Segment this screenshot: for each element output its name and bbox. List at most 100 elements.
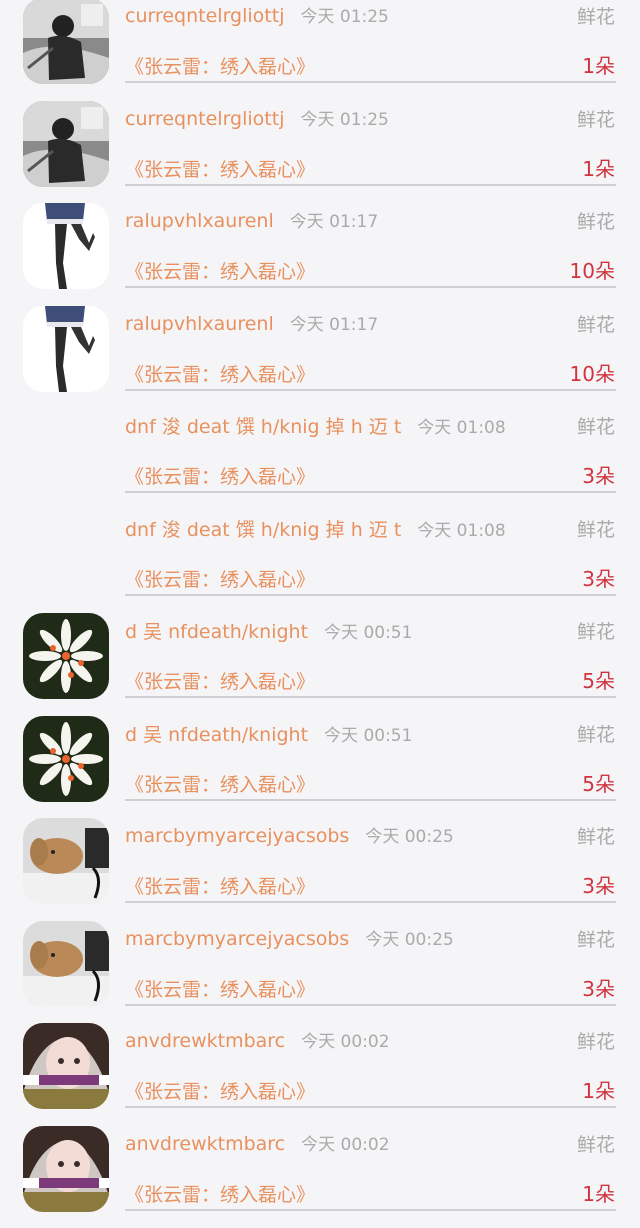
work-title-link[interactable]: 《张云雷：绣入磊心》 (125, 770, 315, 797)
work-title-link[interactable]: 《张云雷：绣入磊心》 (125, 360, 315, 387)
gift-time: 今天 00:02 (301, 1032, 389, 1052)
gift-time: 今天 01:17 (290, 212, 378, 232)
work-title-link[interactable]: 《张云雷：绣入磊心》 (125, 667, 315, 694)
white-flower-avatar[interactable] (23, 716, 109, 802)
gift-row[interactable]: anvdrewktmbarc 今天 00:02 鲜花《张云雷：绣入磊心》 1朵 (0, 1126, 640, 1228)
work-title-link[interactable]: 《张云雷：绣入磊心》 (125, 872, 315, 899)
gift-count: 3朵 (582, 563, 615, 592)
gift-row[interactable]: marcbymyarcejyacsobs 今天 00:25 鲜花《张云雷：绣入磊心》… (0, 921, 640, 1024)
gift-row[interactable]: d 吴 nfdeath/knight 今天 00:51 鲜花《张云雷：绣入磊心》 5朵 (0, 716, 640, 819)
gift-sender-name[interactable]: anvdrewktmbarc 今天 00:02 (125, 1027, 390, 1052)
gift-type: 鲜花 (577, 720, 615, 747)
gift-time: 今天 00:25 (365, 827, 453, 847)
gift-sender-name[interactable]: dnf 浚 deat 馔 h/knig 掉 h 迈 t 今天 01:08 (125, 412, 506, 439)
gift-type: 鲜花 (577, 105, 615, 132)
sender-username[interactable]: d 吴 nfdeath/knight (125, 724, 308, 746)
sender-username[interactable]: ralupvhlxaurenl (125, 210, 274, 232)
gift-sender-name[interactable]: marcbymyarcejyacsobs 今天 00:25 (125, 822, 454, 847)
sender-username[interactable]: anvdrewktmbarc (125, 1133, 285, 1155)
row-divider (125, 1209, 616, 1211)
gift-count: 5朵 (582, 665, 615, 694)
gift-type: 鲜花 (577, 515, 615, 542)
sender-username[interactable]: anvdrewktmbarc (125, 1030, 285, 1052)
rabbit-avatar[interactable] (23, 818, 109, 904)
gift-count: 10朵 (570, 255, 615, 284)
gift-type: 鲜花 (577, 1130, 615, 1157)
row-divider (125, 286, 616, 288)
sender-username[interactable]: dnf 浚 deat 馔 h/knig 掉 h 迈 t (125, 519, 401, 541)
row-divider (125, 901, 616, 903)
gift-row[interactable]: ralupvhlxaurenl 今天 01:17 鲜花《张云雷：绣入磊心》 10朵 (0, 203, 640, 306)
gift-time: 今天 01:25 (300, 110, 388, 130)
gift-time: 今天 01:08 (417, 418, 505, 438)
row-divider (125, 184, 616, 186)
gift-sender-name[interactable]: dnf 浚 deat 馔 h/knig 掉 h 迈 t 今天 01:08 (125, 515, 506, 542)
gift-sender-name[interactable]: d 吴 nfdeath/knight 今天 00:51 (125, 617, 412, 644)
gift-count: 1朵 (582, 1075, 615, 1104)
work-title-link[interactable]: 《张云雷：绣入磊心》 (125, 1180, 315, 1207)
work-title-link[interactable]: 《张云雷：绣入磊心》 (125, 462, 315, 489)
row-divider (125, 594, 616, 596)
gift-type: 鲜花 (577, 412, 615, 439)
gift-sender-name[interactable]: marcbymyarcejyacsobs 今天 00:25 (125, 925, 454, 950)
sender-username[interactable]: dnf 浚 deat 馔 h/knig 掉 h 迈 t (125, 416, 401, 438)
girl-photo-avatar[interactable] (23, 1023, 109, 1109)
sketch-photo-avatar[interactable] (23, 101, 109, 187)
gift-time: 今天 00:51 (324, 726, 412, 746)
sender-username[interactable]: marcbymyarcejyacsobs (125, 825, 349, 847)
white-flower-avatar[interactable] (23, 613, 109, 699)
work-title-link[interactable]: 《张云雷：绣入磊心》 (125, 257, 315, 284)
gift-row[interactable]: anvdrewktmbarc 今天 00:02 鲜花《张云雷：绣入磊心》 1朵 (0, 1023, 640, 1126)
sender-username[interactable]: d 吴 nfdeath/knight (125, 621, 308, 643)
gift-row[interactable]: marcbymyarcejyacsobs 今天 00:25 鲜花《张云雷：绣入磊心》… (0, 818, 640, 921)
work-title-link[interactable]: 《张云雷：绣入磊心》 (125, 52, 315, 79)
gift-time: 今天 01:08 (417, 521, 505, 541)
girl-photo-avatar[interactable] (23, 1126, 109, 1212)
gift-time: 今天 00:51 (324, 623, 412, 643)
gift-row[interactable]: curreqntelrgliottj今天 01:25鲜花《张云雷：绣入磊心》1朵 (0, 0, 640, 101)
gift-sender-name[interactable]: anvdrewktmbarc 今天 00:02 (125, 1130, 390, 1155)
gift-row[interactable]: dnf 浚 deat 馔 h/knig 掉 h 迈 t 今天 01:08 鲜花《张云… (0, 408, 640, 511)
work-title-link[interactable]: 《张云雷：绣入磊心》 (125, 1077, 315, 1104)
gift-sender-name[interactable]: ralupvhlxaurenl 今天 01:17 (125, 207, 378, 232)
gift-row[interactable]: ralupvhlxaurenl今天 01:17鲜花《张云雷：绣入磊心》10朵 (0, 306, 640, 409)
work-title-link[interactable]: 《张云雷：绣入磊心》 (125, 565, 315, 592)
gift-type: 鲜花 (577, 822, 615, 849)
legs-photo-avatar[interactable] (23, 203, 109, 289)
row-divider (125, 491, 616, 493)
sender-username[interactable]: curreqntelrgliottj (125, 108, 284, 130)
gift-count: 1朵 (582, 50, 615, 79)
sender-username[interactable]: ralupvhlxaurenl (125, 313, 274, 335)
gift-time: 今天 00:25 (365, 930, 453, 950)
gift-sender-name[interactable]: ralupvhlxaurenl 今天 01:17 (125, 310, 378, 335)
gift-count: 1朵 (582, 153, 615, 182)
gift-list: curreqntelrgliottj今天 01:25鲜花《张云雷：绣入磊心》1朵… (0, 0, 640, 1228)
gift-sender-name[interactable]: d 吴 nfdeath/knight 今天 00:51 (125, 720, 412, 747)
gift-row[interactable]: curreqntelrgliottj 今天 01:25 鲜花《张云雷：绣入磊心》 1朵 (0, 101, 640, 204)
gift-count: 1朵 (582, 1178, 615, 1207)
gift-time: 今天 01:17 (290, 315, 378, 335)
gift-type: 鲜花 (577, 1027, 615, 1054)
sketch-photo-avatar[interactable] (23, 0, 109, 84)
work-title-link[interactable]: 《张云雷：绣入磊心》 (125, 155, 315, 182)
gift-sender-name[interactable]: curreqntelrgliottj 今天 01:25 (125, 2, 389, 27)
blank-avatar[interactable] (23, 511, 109, 597)
gift-row[interactable]: dnf 浚 deat 馔 h/knig 掉 h 迈 t 今天 01:08 鲜花《张云… (0, 511, 640, 614)
blank-avatar[interactable] (23, 408, 109, 494)
legs-photo-avatar[interactable] (23, 306, 109, 392)
row-divider (125, 1004, 616, 1006)
gift-type: 鲜花 (577, 617, 615, 644)
gift-type: 鲜花 (577, 207, 615, 234)
gift-time: 今天 00:02 (301, 1135, 389, 1155)
row-divider (125, 696, 616, 698)
sender-username[interactable]: curreqntelrgliottj (125, 5, 284, 27)
sender-username[interactable]: marcbymyarcejyacsobs (125, 928, 349, 950)
work-title-link[interactable]: 《张云雷：绣入磊心》 (125, 975, 315, 1002)
gift-type: 鲜花 (577, 925, 615, 952)
gift-count: 5朵 (582, 768, 615, 797)
gift-sender-name[interactable]: curreqntelrgliottj 今天 01:25 (125, 105, 389, 130)
gift-time: 今天 01:25 (300, 7, 388, 27)
gift-row[interactable]: d 吴 nfdeath/knight 今天 00:51 鲜花《张云雷：绣入磊心》 5朵 (0, 613, 640, 716)
rabbit-avatar[interactable] (23, 921, 109, 1007)
gift-count: 3朵 (582, 460, 615, 489)
